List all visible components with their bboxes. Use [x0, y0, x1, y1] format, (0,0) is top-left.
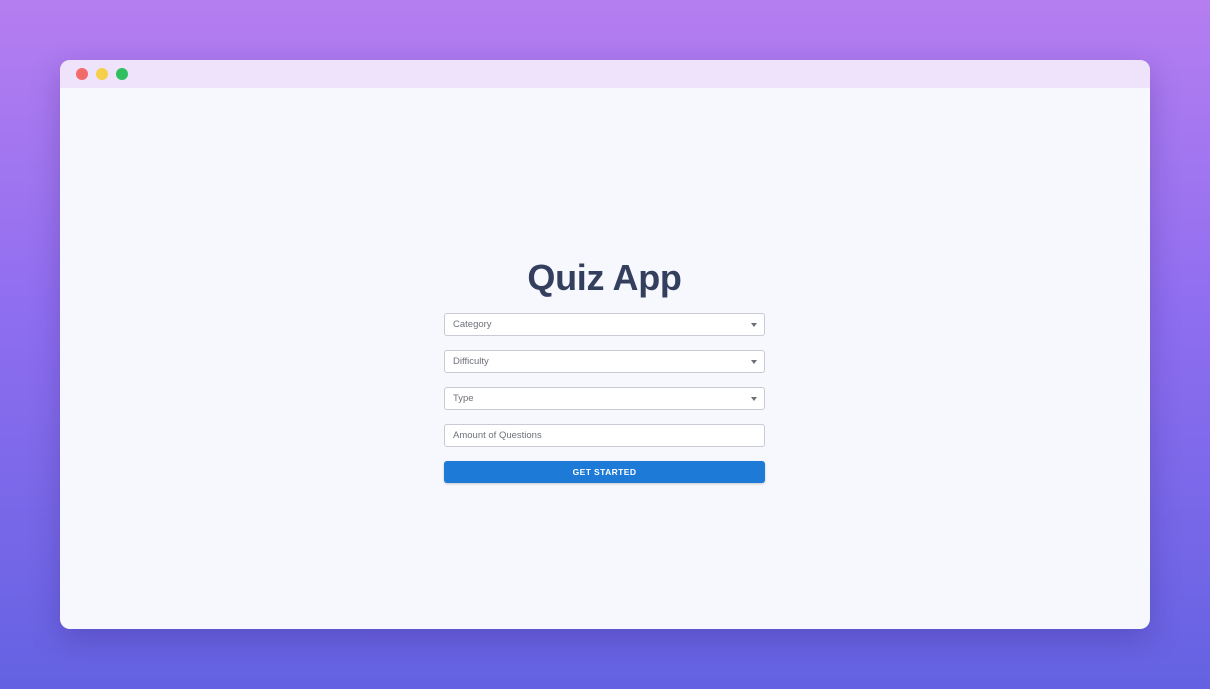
browser-window: Quiz App Category Difficulty Type GET ST… — [60, 60, 1150, 629]
amount-of-questions-input[interactable] — [444, 424, 765, 447]
window-titlebar — [60, 60, 1150, 88]
quiz-setup-form: Quiz App Category Difficulty Type GET ST… — [444, 255, 765, 483]
close-window-dot[interactable] — [76, 68, 88, 80]
difficulty-select[interactable]: Difficulty — [444, 350, 765, 373]
page-title: Quiz App — [527, 257, 682, 298]
category-select[interactable]: Category — [444, 313, 765, 336]
minimize-window-dot[interactable] — [96, 68, 108, 80]
category-select-label: Category — [453, 319, 492, 330]
caret-down-icon — [751, 397, 757, 401]
type-select[interactable]: Type — [444, 387, 765, 410]
maximize-window-dot[interactable] — [116, 68, 128, 80]
get-started-button[interactable]: GET STARTED — [444, 461, 765, 483]
difficulty-select-label: Difficulty — [453, 356, 489, 367]
caret-down-icon — [751, 360, 757, 364]
type-select-label: Type — [453, 393, 474, 404]
caret-down-icon — [751, 323, 757, 327]
